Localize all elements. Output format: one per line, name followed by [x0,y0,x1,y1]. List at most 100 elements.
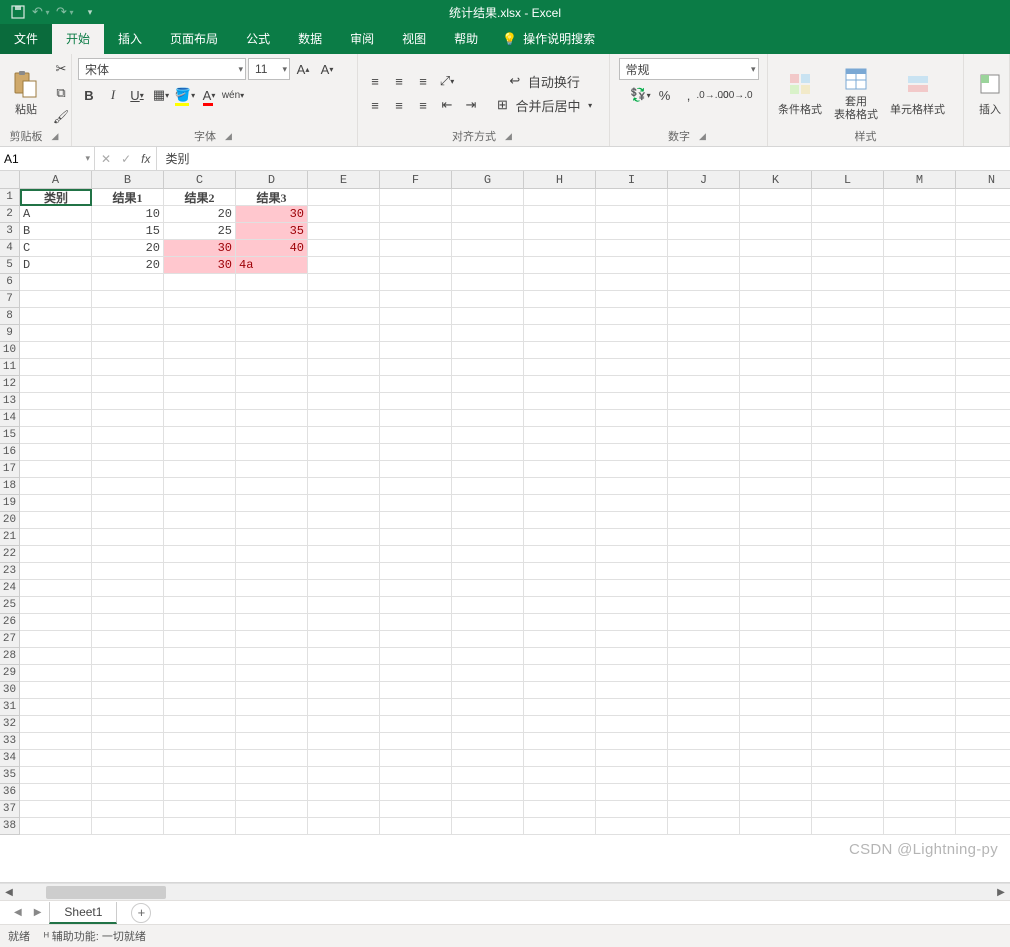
cell-K23[interactable] [740,563,812,580]
cell-C14[interactable] [164,410,236,427]
cell-N20[interactable] [956,512,1010,529]
cell-J32[interactable] [668,716,740,733]
cell-M23[interactable] [884,563,956,580]
number-format-combo[interactable]: 常规▾ [619,58,759,80]
cell-I11[interactable] [596,359,668,376]
cell-C22[interactable] [164,546,236,563]
cell-C27[interactable] [164,631,236,648]
cell-J1[interactable] [668,189,740,206]
grid[interactable]: ABCDEFGHIJKLMN 1234567891011121314151617… [0,171,1010,883]
cell-M30[interactable] [884,682,956,699]
cell-H35[interactable] [524,767,596,784]
cell-F31[interactable] [380,699,452,716]
cell-D34[interactable] [236,750,308,767]
cell-F12[interactable] [380,376,452,393]
cell-G10[interactable] [452,342,524,359]
cell-C2[interactable]: 20 [164,206,236,223]
cell-D20[interactable] [236,512,308,529]
cell-B29[interactable] [92,665,164,682]
cell-B12[interactable] [92,376,164,393]
cell-H8[interactable] [524,308,596,325]
cell-N18[interactable] [956,478,1010,495]
cell-J18[interactable] [668,478,740,495]
tab-help[interactable]: 帮助 [440,23,492,54]
cell-I37[interactable] [596,801,668,818]
save-icon[interactable] [8,2,28,22]
cell-A17[interactable] [20,461,92,478]
cell-F14[interactable] [380,410,452,427]
cell-J9[interactable] [668,325,740,342]
cell-G23[interactable] [452,563,524,580]
cell-F5[interactable] [380,257,452,274]
cell-A29[interactable] [20,665,92,682]
cell-I22[interactable] [596,546,668,563]
cell-G26[interactable] [452,614,524,631]
tab-file[interactable]: 文件 [0,23,52,54]
cell-G28[interactable] [452,648,524,665]
alignment-launcher-icon[interactable]: ◢ [502,130,515,143]
cell-I12[interactable] [596,376,668,393]
cell-F29[interactable] [380,665,452,682]
cell-F18[interactable] [380,478,452,495]
cell-L10[interactable] [812,342,884,359]
cell-F10[interactable] [380,342,452,359]
cell-B21[interactable] [92,529,164,546]
cell-K2[interactable] [740,206,812,223]
cell-I3[interactable] [596,223,668,240]
cell-H3[interactable] [524,223,596,240]
cell-G3[interactable] [452,223,524,240]
cell-N5[interactable] [956,257,1010,274]
align-top-icon[interactable]: ≡ [364,70,386,92]
col-header-E[interactable]: E [308,171,380,189]
cell-J22[interactable] [668,546,740,563]
cell-D10[interactable] [236,342,308,359]
cell-B11[interactable] [92,359,164,376]
cell-A28[interactable] [20,648,92,665]
row-header-13[interactable]: 13 [0,393,20,410]
cell-F9[interactable] [380,325,452,342]
cell-K13[interactable] [740,393,812,410]
cell-I19[interactable] [596,495,668,512]
cell-H30[interactable] [524,682,596,699]
cell-B8[interactable] [92,308,164,325]
cell-G7[interactable] [452,291,524,308]
cell-C7[interactable] [164,291,236,308]
cell-D17[interactable] [236,461,308,478]
cell-N35[interactable] [956,767,1010,784]
cell-H31[interactable] [524,699,596,716]
cell-E19[interactable] [308,495,380,512]
cell-F19[interactable] [380,495,452,512]
cell-J2[interactable] [668,206,740,223]
decrease-indent-icon[interactable]: ⇤ [436,94,458,116]
cell-H17[interactable] [524,461,596,478]
cells-area[interactable]: 类别结果1结果2结果3A102030B152535C203040D20304a [20,189,1010,835]
cell-D25[interactable] [236,597,308,614]
row-header-12[interactable]: 12 [0,376,20,393]
cell-H4[interactable] [524,240,596,257]
cell-A26[interactable] [20,614,92,631]
cell-G2[interactable] [452,206,524,223]
cell-G33[interactable] [452,733,524,750]
cell-D4[interactable]: 40 [236,240,308,257]
cell-J20[interactable] [668,512,740,529]
cell-G38[interactable] [452,818,524,835]
cell-D27[interactable] [236,631,308,648]
cell-J23[interactable] [668,563,740,580]
col-header-I[interactable]: I [596,171,668,189]
cell-I30[interactable] [596,682,668,699]
cell-E3[interactable] [308,223,380,240]
cell-E23[interactable] [308,563,380,580]
cell-F24[interactable] [380,580,452,597]
cell-J27[interactable] [668,631,740,648]
cell-N22[interactable] [956,546,1010,563]
cell-styles-button[interactable]: 单元格样式 [886,68,949,119]
cell-N30[interactable] [956,682,1010,699]
cell-L37[interactable] [812,801,884,818]
cell-F20[interactable] [380,512,452,529]
cell-L6[interactable] [812,274,884,291]
font-launcher-icon[interactable]: ◢ [222,130,235,143]
cell-M31[interactable] [884,699,956,716]
cell-B5[interactable]: 20 [92,257,164,274]
fill-color-button[interactable]: 🪣▾ [174,84,196,106]
cell-F28[interactable] [380,648,452,665]
